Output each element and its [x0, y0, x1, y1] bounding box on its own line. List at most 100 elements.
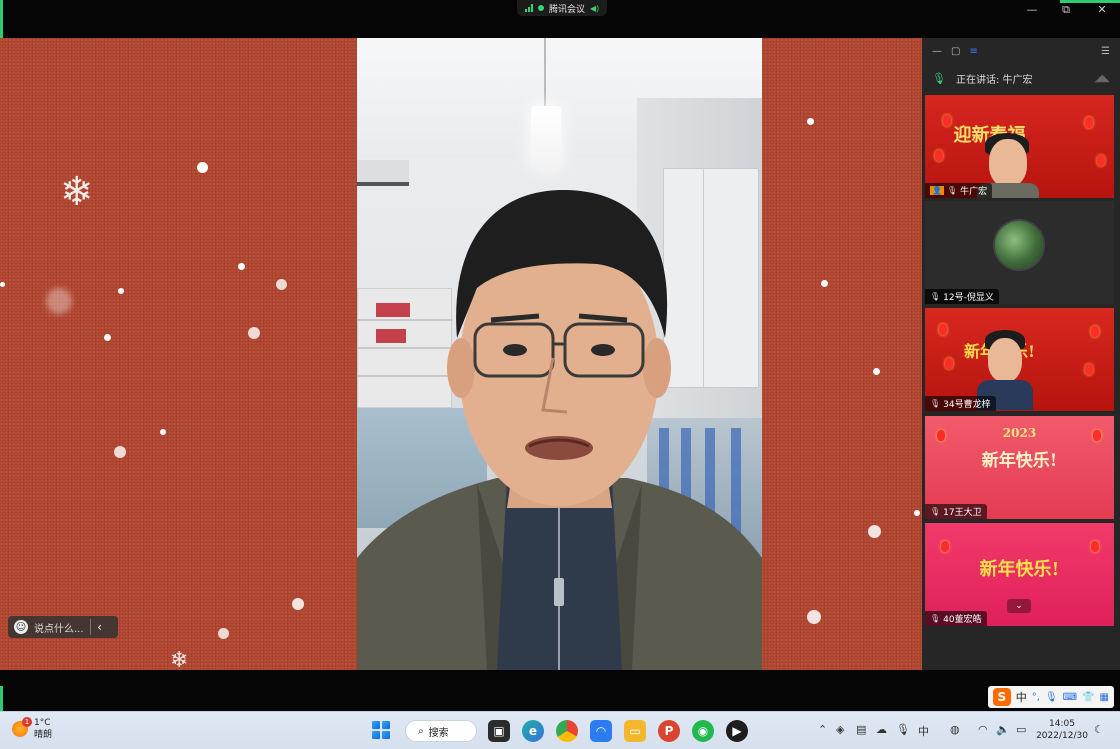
snow-dot: [197, 162, 208, 173]
tray-ime-icon[interactable]: 中: [918, 723, 929, 739]
bottom-band: S 中 °, 🎙 ⌨ 👕 ▦: [0, 670, 1120, 711]
grid-icon[interactable]: ▦: [1100, 692, 1109, 703]
gallery-icon[interactable]: ▢: [951, 46, 960, 57]
ime-language[interactable]: 中: [1016, 689, 1027, 705]
notification-badge: 1: [22, 717, 32, 727]
snowflake-icon: ❄: [60, 169, 94, 215]
mic-muted-icon: 🎙: [930, 292, 941, 301]
snow-dot: [0, 282, 5, 287]
banner-text: 新年快乐!: [981, 451, 1058, 471]
participant-name: 牛广宏: [960, 187, 988, 197]
chevron-up-icon[interactable]: ⌃: [818, 723, 827, 736]
participant-name: 12号-倪显义: [943, 293, 994, 303]
participant-tile[interactable]: 🎙 12号-倪显义: [925, 201, 1114, 304]
participant-name: 17王大卫: [943, 508, 982, 518]
snow-dot: [914, 510, 920, 516]
search-icon: ⌕: [418, 725, 424, 737]
participant-namebar: 👤 🎙 牛广宏: [925, 183, 993, 198]
powerpoint-icon[interactable]: P: [658, 720, 680, 742]
scroll-down-button[interactable]: ⌄: [1007, 599, 1031, 613]
chrome-icon[interactable]: [556, 720, 578, 742]
notification-icon[interactable]: ☾: [1094, 723, 1104, 736]
ime-logo: S: [992, 688, 1011, 706]
snow-dot: [238, 263, 245, 270]
clock-date: 2022/12/30: [1036, 731, 1088, 741]
speaker-icon: ◀): [590, 3, 600, 13]
participant-tile[interactable]: 新年快乐! 🎙 34号曹龙梓: [925, 308, 1114, 411]
tray-app-icon[interactable]: ☁: [876, 723, 887, 736]
media-player-icon[interactable]: ▶: [726, 720, 748, 742]
avatar: [993, 219, 1045, 271]
app-title: 腾讯会议: [549, 4, 586, 15]
volume-icon[interactable]: 🔈: [996, 723, 1010, 736]
file-explorer-icon[interactable]: ▭: [624, 720, 646, 742]
ime-toolbar[interactable]: S 中 °, 🎙 ⌨ 👕 ▦: [987, 686, 1114, 708]
tray-app-icon[interactable]: ▤: [856, 723, 866, 736]
signal-icon: [525, 4, 533, 12]
audio-wave-icon: ◢◣: [1094, 72, 1110, 84]
tray-app-icon[interactable]: ◍: [950, 723, 960, 736]
snow-dot: [276, 279, 287, 290]
wifi-icon[interactable]: ◠: [978, 723, 988, 736]
weather-widget[interactable]: 1 1°C 晴朗: [12, 717, 52, 741]
speaker-person: [357, 189, 762, 670]
mic-icon[interactable]: 🎙: [1045, 692, 1058, 703]
snow-dot: [807, 610, 821, 624]
snow-dot: [248, 327, 260, 339]
speaking-name: 牛广宏: [1002, 74, 1033, 86]
taskbar-search[interactable]: ⌕ 搜索: [405, 720, 477, 742]
snow-dot: [118, 288, 124, 294]
participant-tile[interactable]: 新年快乐! ⌄ 🎙 40董宏皓: [925, 523, 1114, 626]
edge-browser-icon[interactable]: e: [522, 720, 544, 742]
snow-dot: [868, 525, 881, 538]
restore-button[interactable]: ⧉: [1058, 4, 1074, 18]
menu-icon[interactable]: ☰: [1101, 46, 1110, 57]
wechat-icon[interactable]: ◉: [692, 720, 714, 742]
start-button[interactable]: [372, 721, 390, 739]
minimize-button[interactable]: —: [1024, 4, 1040, 18]
punctuation-icon[interactable]: °,: [1032, 692, 1040, 703]
meeting-app-icon[interactable]: ◠: [590, 720, 612, 742]
snow-dot: [114, 446, 126, 458]
main-speaker-video[interactable]: [357, 38, 762, 670]
mic-icon[interactable]: 🎙: [896, 723, 910, 736]
snow-dot: [292, 598, 304, 610]
skin-icon[interactable]: 👕: [1082, 692, 1094, 703]
search-label: 搜索: [428, 727, 449, 739]
participant-tile[interactable]: 迎新春福 👤 🎙 牛广宏: [925, 95, 1114, 198]
panel-header: — ▢ ≡ ☰: [922, 38, 1120, 64]
tray-app-icon[interactable]: ◈: [836, 723, 844, 736]
weather-desc: 晴朗: [34, 730, 53, 740]
snowflake-icon: ❄: [170, 648, 189, 673]
speaking-indicator: 🎙 正在讲话: 牛广宏 ◢◣: [922, 64, 1120, 92]
mic-icon: 🎙: [932, 71, 946, 85]
mic-icon: 🎙: [946, 186, 958, 195]
collapse-icon[interactable]: —: [932, 46, 942, 57]
snow-dot: [821, 280, 828, 287]
participant-namebar: 🎙 34号曹龙梓: [925, 396, 996, 411]
mic-icon: 👤: [930, 186, 944, 195]
emoji-icon[interactable]: ☺: [14, 620, 28, 634]
close-button[interactable]: ✕: [1094, 4, 1110, 18]
keyboard-icon[interactable]: ⌨: [1063, 692, 1077, 703]
participant-name: 40董宏皓: [943, 615, 982, 625]
meeting-status-pill[interactable]: 腾讯会议 ◀): [517, 0, 608, 16]
participant-name: 34号曹龙梓: [943, 400, 991, 410]
list-view-icon[interactable]: ≡: [969, 46, 977, 57]
weather-temp: 1°C: [34, 718, 51, 728]
participant-tile[interactable]: 2023 新年快乐! 🎙 17王大卫: [925, 416, 1114, 519]
participant-namebar: 🎙 12号-倪显义: [925, 289, 999, 304]
meeting-window: 腾讯会议 ◀) — ⧉ ✕ ❄ ❄ ☺ 说点什么... ‹ — ▢ ≡ ☰ 🎙 …: [0, 0, 1120, 749]
snow-dot: [160, 429, 166, 435]
snow-dot: [218, 628, 229, 639]
chevron-left-icon[interactable]: ‹: [91, 620, 109, 634]
battery-icon[interactable]: ▭: [1016, 723, 1026, 736]
video-stage: ❄ ❄ ☺ 说点什么... ‹: [0, 38, 922, 673]
title-bar: 腾讯会议 ◀) — ⧉ ✕: [0, 0, 1120, 60]
mic-icon: 🎙: [930, 399, 941, 408]
chat-input[interactable]: ☺ 说点什么... ‹: [8, 616, 118, 638]
taskbar-clock[interactable]: 14:05 2022/12/30: [1036, 718, 1088, 742]
participant-panel: — ▢ ≡ ☰ 🎙 正在讲话: 牛广宏 ◢◣ 迎新春福 👤 🎙 牛广宏 🎙 12…: [922, 38, 1120, 670]
task-view-icon[interactable]: ▣: [488, 720, 510, 742]
snow-dot: [807, 118, 814, 125]
